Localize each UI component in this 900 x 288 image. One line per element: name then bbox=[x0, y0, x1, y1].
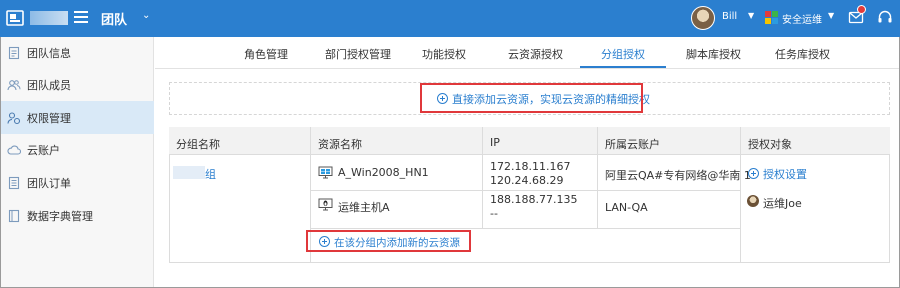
grant-user-name: 运维Joe bbox=[763, 197, 802, 210]
chevron-down-icon[interactable]: ⌄ bbox=[142, 10, 150, 21]
menu-icon[interactable] bbox=[74, 11, 88, 24]
sidebar-item-team-members[interactable]: 团队成员 bbox=[1, 69, 154, 101]
sidebar-item-label: 数据字典管理 bbox=[27, 210, 93, 223]
headset-icon[interactable] bbox=[877, 9, 893, 25]
sidebar-item-label: 团队信息 bbox=[27, 47, 71, 60]
avatar bbox=[747, 195, 759, 207]
sidebar-item-permissions[interactable]: 权限管理 bbox=[1, 101, 154, 134]
ip-public: -- bbox=[490, 207, 498, 220]
row-divider bbox=[310, 190, 740, 191]
doc-icon bbox=[8, 46, 20, 60]
column-header-grant-target: 授权对象 bbox=[748, 138, 792, 151]
logo-icon bbox=[6, 10, 24, 26]
notification-dot bbox=[857, 5, 866, 14]
column-divider bbox=[740, 127, 741, 263]
sidebar-item-team-orders[interactable]: 团队订单 bbox=[1, 167, 154, 199]
ip-public: 120.24.68.29 bbox=[490, 174, 564, 187]
tab-group-auth[interactable]: 分组授权 bbox=[601, 46, 645, 62]
resource-name: 运维主机A bbox=[338, 201, 390, 214]
sidebar-item-label: 云账户 bbox=[27, 144, 60, 157]
role-caret-icon[interactable]: ▼ bbox=[828, 11, 834, 20]
role-selector[interactable]: 安全运维 bbox=[782, 11, 822, 26]
app-name-blurred bbox=[30, 11, 68, 25]
ip-private: 172.18.11.167 bbox=[490, 160, 571, 173]
user-lock-icon bbox=[7, 111, 21, 124]
highlight-box bbox=[420, 83, 643, 113]
sidebar-item-label: 团队成员 bbox=[27, 79, 71, 92]
sidebar-item-label: 团队订单 bbox=[27, 177, 71, 190]
team-selector[interactable]: 团队 bbox=[101, 9, 127, 28]
order-icon bbox=[8, 176, 20, 190]
avatar[interactable] bbox=[691, 6, 715, 30]
group-name-blurred bbox=[173, 166, 205, 179]
sidebar-item-label: 权限管理 bbox=[27, 111, 71, 125]
windows-icon bbox=[318, 166, 333, 179]
cloud-account: 阿里云QA#专有网络@华南 1 bbox=[605, 169, 751, 182]
group-name-link[interactable]: 组 bbox=[205, 166, 216, 182]
cloud-account: LAN-QA bbox=[605, 201, 648, 214]
sidebar-item-data-dictionary[interactable]: 数据字典管理 bbox=[1, 200, 154, 232]
user-name[interactable]: Bill bbox=[722, 11, 737, 22]
resource-name: A_Win2008_HN1 bbox=[338, 166, 429, 179]
dictionary-icon bbox=[8, 209, 20, 223]
linux-icon bbox=[318, 198, 333, 211]
sidebar-item-team-info[interactable]: 团队信息 bbox=[1, 37, 154, 69]
column-header-group-name: 分组名称 bbox=[176, 138, 220, 151]
column-header-cloud-account: 所属云账户 bbox=[605, 138, 660, 151]
user-caret-icon[interactable]: ▼ bbox=[748, 11, 754, 20]
tab-role-management[interactable]: 角色管理 bbox=[244, 46, 288, 62]
tab-department-auth[interactable]: 部门授权管理 bbox=[325, 46, 391, 62]
row-divider bbox=[310, 228, 740, 229]
active-tab-indicator bbox=[580, 66, 666, 68]
sidebar-item-cloud-account[interactable]: 云账户 bbox=[1, 134, 154, 166]
tab-function-auth[interactable]: 功能授权 bbox=[422, 46, 466, 62]
ip-private: 188.188.77.135 bbox=[490, 193, 578, 206]
users-icon bbox=[7, 80, 21, 91]
sidebar: 团队信息 团队成员 权限管理 云账户 团队订单 数据字典管理 bbox=[1, 37, 154, 287]
tab-task-library-auth[interactable]: 任务库授权 bbox=[775, 46, 830, 62]
tab-script-library-auth[interactable]: 脚本库授权 bbox=[686, 46, 741, 62]
cloud-icon bbox=[7, 145, 21, 155]
grant-settings-link[interactable]: 授权设置 bbox=[748, 166, 807, 182]
tab-cloud-resource-auth[interactable]: 云资源授权 bbox=[508, 46, 563, 62]
top-bar: 团队 ⌄ Bill ▼ 安全运维 ▼ bbox=[0, 0, 900, 37]
highlight-box bbox=[306, 230, 471, 252]
grant-settings-label: 授权设置 bbox=[763, 168, 807, 181]
column-divider bbox=[482, 127, 483, 229]
column-divider bbox=[597, 127, 598, 229]
column-header-ip: IP bbox=[490, 136, 500, 149]
role-icon bbox=[765, 11, 778, 24]
plus-circle-icon bbox=[748, 168, 759, 179]
column-header-resource-name: 资源名称 bbox=[318, 138, 362, 151]
